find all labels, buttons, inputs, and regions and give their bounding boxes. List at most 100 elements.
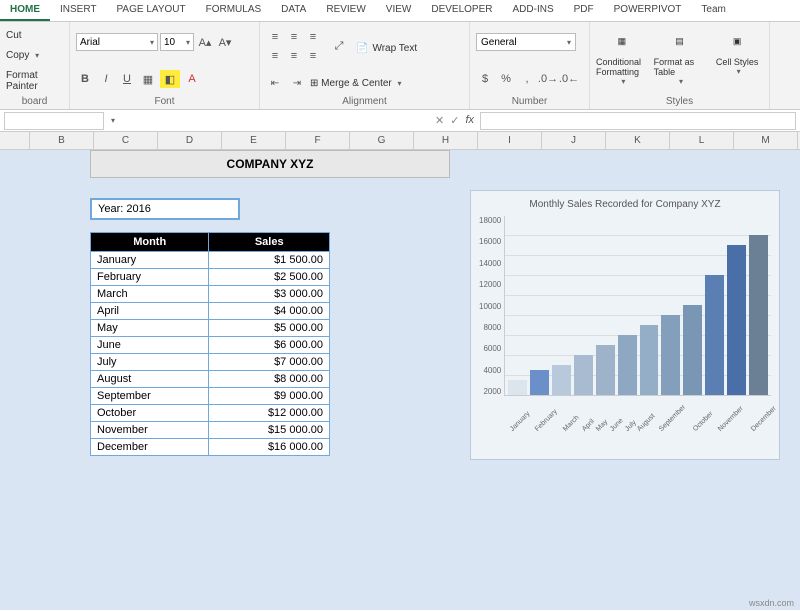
conditional-formatting-button[interactable]: ▦ Conditional Formatting▾ [596,25,648,86]
col-header[interactable]: B [30,132,94,149]
tab-team[interactable]: Team [691,0,735,21]
copy-button[interactable]: Copy ▾ [6,49,63,62]
chart-bar[interactable] [574,355,593,395]
cell-sales[interactable]: $5 000.00 [209,320,330,337]
format-as-table-button[interactable]: ▤ Format as Table▾ [654,25,706,86]
cell-sales[interactable]: $7 000.00 [209,354,330,371]
cancel-icon[interactable]: ✕ [435,114,444,127]
decrease-font-icon[interactable]: A▾ [216,33,234,51]
header-sales[interactable]: Sales [209,233,330,252]
chart-bar[interactable] [596,345,615,395]
cell-month[interactable]: August [91,371,209,388]
company-title[interactable]: COMPANY XYZ [90,150,450,178]
tab-developer[interactable]: DEVELOPER [421,0,502,21]
cell-sales[interactable]: $6 000.00 [209,337,330,354]
cell-sales[interactable]: $3 000.00 [209,286,330,303]
increase-font-icon[interactable]: A▴ [196,33,214,51]
cell-sales[interactable]: $1 500.00 [209,252,330,269]
year-cell[interactable]: Year: 2016 [90,198,240,220]
tab-pdf[interactable]: PDF [564,0,604,21]
chart-bar[interactable] [661,315,680,395]
col-header[interactable]: D [158,132,222,149]
bold-button[interactable]: B [76,70,94,88]
increase-decimal-icon[interactable]: .0→ [539,70,557,88]
col-header[interactable]: C [94,132,158,149]
table-row[interactable]: December$16 000.00 [91,439,330,456]
table-row[interactable]: August$8 000.00 [91,371,330,388]
cell-sales[interactable]: $15 000.00 [209,422,330,439]
cut-button[interactable]: Cut [6,29,63,42]
cell-sales[interactable]: $12 000.00 [209,405,330,422]
table-row[interactable]: June$6 000.00 [91,337,330,354]
cell-month[interactable]: March [91,286,209,303]
col-header[interactable]: H [414,132,478,149]
tab-addins[interactable]: ADD-INS [503,0,564,21]
col-header[interactable]: L [670,132,734,149]
cell-month[interactable]: December [91,439,209,456]
wrap-text-button[interactable]: 📄 Wrap Text [356,43,417,54]
col-header[interactable]: E [222,132,286,149]
cell-sales[interactable]: $9 000.00 [209,388,330,405]
tab-insert[interactable]: INSERT [50,0,107,21]
align-left-icon[interactable]: ≡ [266,47,284,65]
chart-bar[interactable] [530,370,549,395]
chart-bar[interactable] [749,235,768,395]
table-row[interactable]: May$5 000.00 [91,320,330,337]
col-header[interactable]: M [734,132,798,149]
tab-data[interactable]: DATA [271,0,316,21]
decrease-indent-icon[interactable]: ⇤ [266,75,284,93]
col-header[interactable]: F [286,132,350,149]
chevron-down-icon[interactable]: ▾ [111,116,115,125]
name-box[interactable] [4,112,104,130]
col-header[interactable]: J [542,132,606,149]
col-header[interactable]: I [478,132,542,149]
table-row[interactable]: October$12 000.00 [91,405,330,422]
table-row[interactable]: April$4 000.00 [91,303,330,320]
underline-button[interactable]: U [118,70,136,88]
table-row[interactable]: November$15 000.00 [91,422,330,439]
formula-input[interactable] [480,112,796,130]
cell-sales[interactable]: $16 000.00 [209,439,330,456]
comma-format-icon[interactable]: , [518,70,536,88]
col-header[interactable]: K [606,132,670,149]
chart-bar[interactable] [640,325,659,395]
cell-sales[interactable]: $8 000.00 [209,371,330,388]
tab-review[interactable]: REVIEW [316,0,375,21]
cell-month[interactable]: October [91,405,209,422]
format-painter-button[interactable]: Format Painter [6,69,63,93]
cell-month[interactable]: July [91,354,209,371]
select-all-corner[interactable] [0,132,30,149]
align-bottom-icon[interactable]: ≡ [304,28,322,46]
chart[interactable]: Monthly Sales Recorded for Company XYZ 1… [470,190,780,460]
worksheet[interactable]: COMPANY XYZ Year: 2016 Month Sales Janua… [0,150,800,610]
decrease-decimal-icon[interactable]: .0← [560,70,578,88]
align-right-icon[interactable]: ≡ [304,47,322,65]
align-middle-icon[interactable]: ≡ [285,28,303,46]
chart-bar[interactable] [683,305,702,395]
tab-page-layout[interactable]: PAGE LAYOUT [107,0,196,21]
table-row[interactable]: July$7 000.00 [91,354,330,371]
cell-sales[interactable]: $4 000.00 [209,303,330,320]
cell-month[interactable]: April [91,303,209,320]
tab-view[interactable]: VIEW [376,0,422,21]
cell-month[interactable]: September [91,388,209,405]
enter-icon[interactable]: ✓ [450,114,459,127]
percent-format-icon[interactable]: % [497,70,515,88]
chart-bar[interactable] [727,245,746,395]
cell-month[interactable]: November [91,422,209,439]
header-month[interactable]: Month [91,233,209,252]
chart-bar[interactable] [508,380,527,395]
font-size-select[interactable]: 10▾ [160,33,194,51]
increase-indent-icon[interactable]: ⇥ [288,75,306,93]
table-row[interactable]: September$9 000.00 [91,388,330,405]
cell-month[interactable]: June [91,337,209,354]
cell-month[interactable]: May [91,320,209,337]
cell-styles-button[interactable]: ▣ Cell Styles▾ [711,25,763,86]
font-color-button[interactable]: A [183,70,201,88]
align-center-icon[interactable]: ≡ [285,47,303,65]
chart-bar[interactable] [618,335,637,395]
number-format-select[interactable]: General▾ [476,33,576,51]
chart-bar[interactable] [552,365,571,395]
cell-month[interactable]: January [91,252,209,269]
fx-icon[interactable]: fx [465,114,474,127]
